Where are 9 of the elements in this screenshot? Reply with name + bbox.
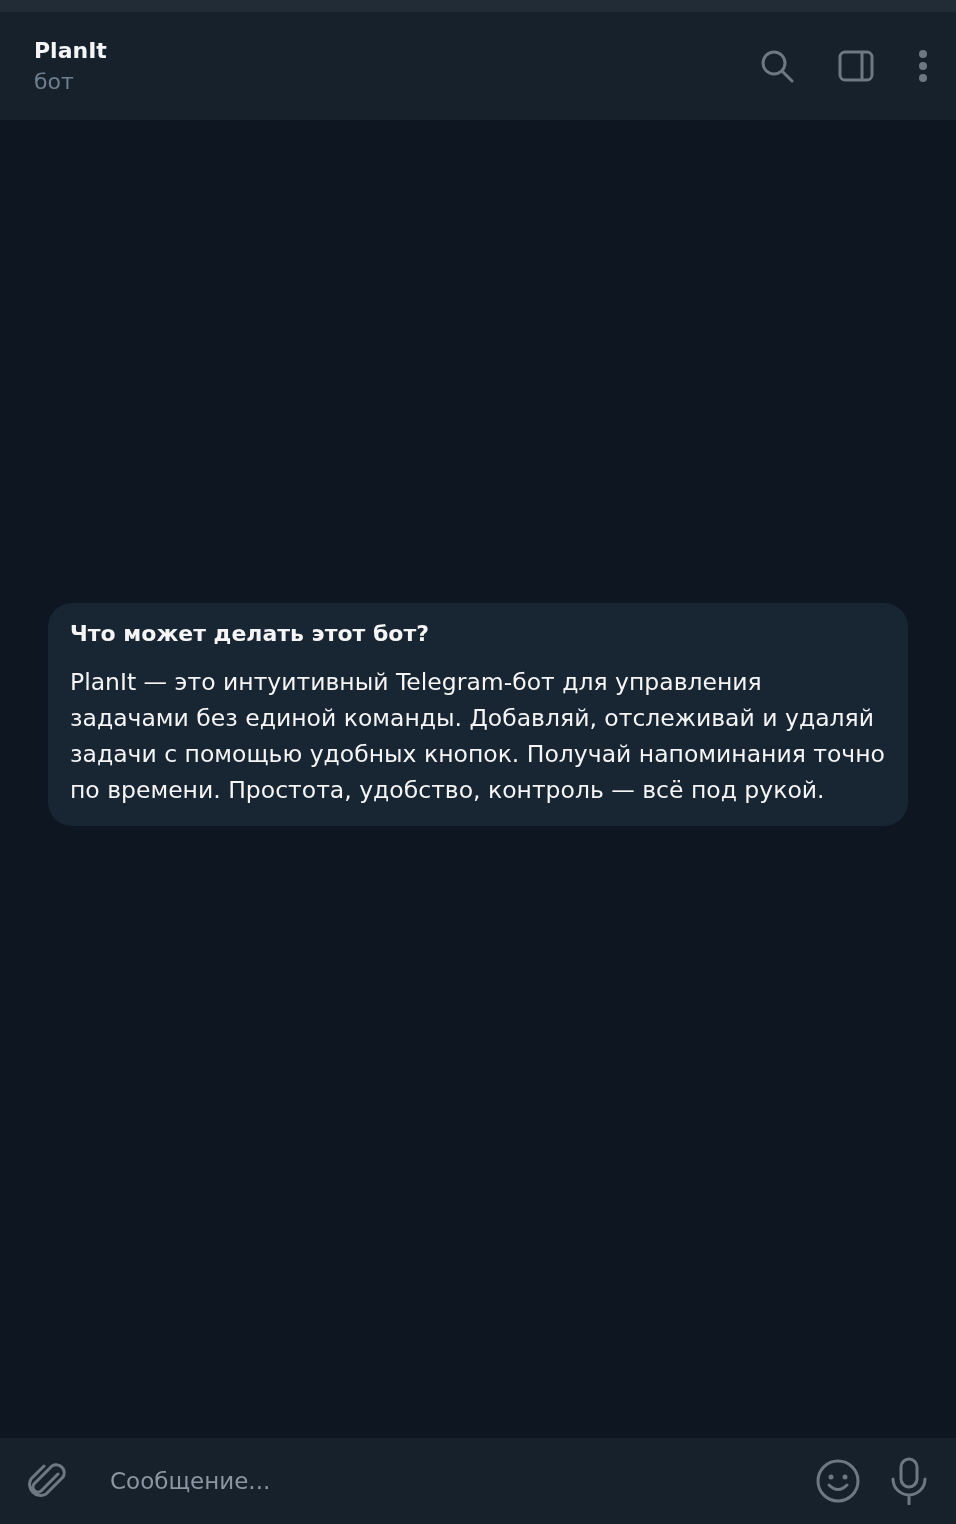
more-options-icon[interactable] <box>918 49 928 83</box>
bot-description: PlanIt — это интуитивный Telegram-бот для управления задачами без единой команды. Добавляй, отслеживай и удаляй задачи с помощью удобных кнопок. Получай напоминания точно по времени. Простота, удобство, контроль — всё под рукой. <box>70 666 886 806</box>
sidebar-toggle-icon[interactable] <box>838 50 874 82</box>
emoji-icon[interactable] <box>816 1459 860 1503</box>
chat-status: бот <box>34 69 75 94</box>
search-icon[interactable] <box>760 49 794 83</box>
card-title: Что может делать этот бот? <box>70 620 430 646</box>
microphone-icon[interactable] <box>890 1457 928 1505</box>
chat-title: PlanIt <box>34 38 107 63</box>
